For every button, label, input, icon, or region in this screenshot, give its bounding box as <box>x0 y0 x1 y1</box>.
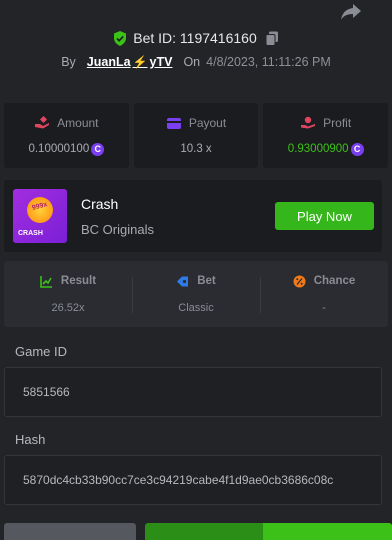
bet-label: Bet <box>197 275 216 287</box>
copy-icon[interactable] <box>265 31 279 46</box>
bet-tag-icon <box>177 276 189 286</box>
payout-value: 10.3 x <box>180 143 212 155</box>
coin-icon: C <box>350 142 364 156</box>
coin-icon: C <box>91 142 105 156</box>
bet-meta-row: By JuanLa ⚡ yTV On 4/8/2023, 11:11:26 PM <box>0 55 392 69</box>
primary-button-highlight <box>263 523 392 540</box>
game-info: Crash BC Originals <box>81 196 275 237</box>
hash-value: 5870dc4cb33b90cc7ce3c94219cabe4f1d9ae0cb… <box>23 473 334 487</box>
payout-label: Payout <box>188 116 227 130</box>
bet-id-text: Bet ID: 1197416160 <box>133 30 257 46</box>
game-id-field[interactable]: 5851566 <box>4 367 382 417</box>
thumb-label: CRASH <box>18 230 43 237</box>
username-part1: JuanLa <box>86 55 131 69</box>
game-id-value: 5851566 <box>23 385 70 399</box>
amount-label: Amount <box>57 115 99 130</box>
bet-value: Classic <box>178 301 214 314</box>
game-id-label: Game ID <box>15 344 68 359</box>
result-value: 26.52x <box>51 301 85 314</box>
profit-value: 0.93000900 <box>287 143 349 155</box>
chance-value: - <box>322 301 326 314</box>
payout-icon <box>166 117 181 129</box>
result-label: Result <box>60 275 97 287</box>
amount-icon <box>35 116 50 129</box>
percent-icon <box>293 275 306 287</box>
game-card: 999x CRASH Crash BC Originals Play Now <box>4 180 382 252</box>
profit-label: Profit <box>323 115 352 130</box>
verified-shield-icon <box>114 30 127 46</box>
game-name: Crash <box>81 195 119 212</box>
secondary-action-button[interactable] <box>4 523 136 540</box>
hash-label: Hash <box>15 432 46 447</box>
share-icon[interactable] <box>340 3 362 21</box>
chance-column: Chance - <box>260 261 388 327</box>
result-column: Result 26.52x <box>4 261 132 327</box>
on-label: On <box>183 55 201 69</box>
profit-card: Profit 0.93000900 C <box>263 103 389 168</box>
profit-icon <box>301 116 316 129</box>
primary-action-button[interactable] <box>145 523 392 540</box>
result-chart-icon <box>40 275 52 288</box>
username-part2: yTV <box>149 55 173 69</box>
chance-label: Chance <box>313 275 356 287</box>
bet-stats: Amount 0.10000100 C Payout 10.3 x Profit <box>4 103 389 168</box>
amount-card: Amount 0.10000100 C <box>4 103 129 168</box>
hash-field[interactable]: 5870dc4cb33b90cc7ce3c94219cabe4f1d9ae0cb… <box>4 455 382 505</box>
bet-column: Bet Classic <box>132 261 260 327</box>
bet-id-row: Bet ID: 1197416160 <box>0 30 392 46</box>
bet-results: Result 26.52x Bet Classic Chance - <box>4 261 388 327</box>
crash-game-thumbnail[interactable]: 999x CRASH <box>13 189 67 243</box>
lightning-icon: ⚡ <box>132 55 148 69</box>
game-provider: BC Originals <box>81 221 154 237</box>
amount-value: 0.10000100 <box>28 143 90 155</box>
by-label: By <box>61 55 76 69</box>
bet-datetime: 4/8/2023, 11:11:26 PM <box>206 55 331 69</box>
payout-card: Payout 10.3 x <box>133 103 259 168</box>
play-now-button[interactable]: Play Now <box>275 202 374 230</box>
username-link[interactable]: JuanLa ⚡ yTV <box>87 55 173 69</box>
